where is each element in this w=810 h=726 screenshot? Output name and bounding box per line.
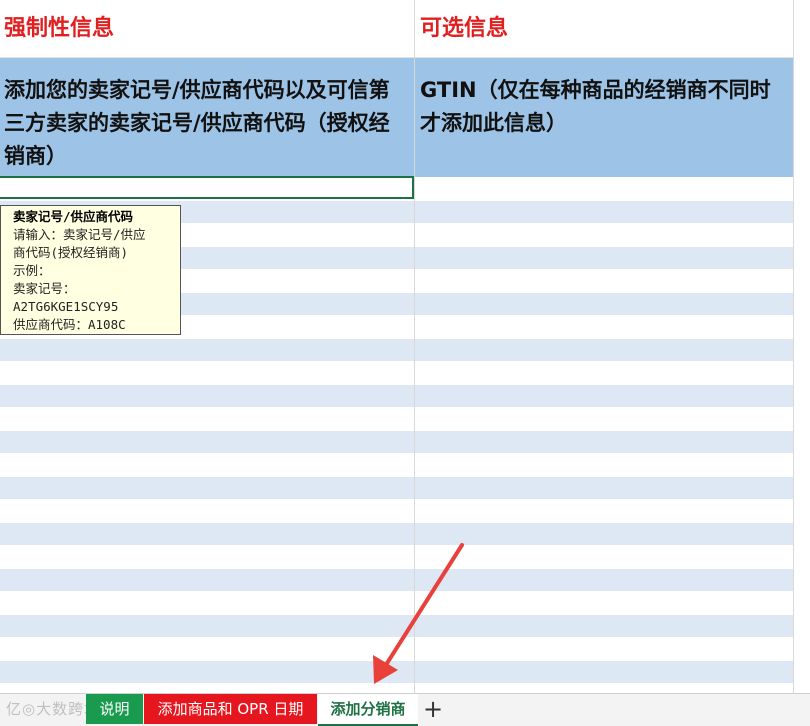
tab-add-products-opr-date[interactable]: 添加商品和 OPR 日期 (144, 694, 317, 724)
spreadsheet-grid[interactable]: 强制性信息 可选信息 添加您的卖家记号/供应商代码以及可信第三方卖家的卖家记号/… (0, 0, 810, 693)
add-sheet-button[interactable]: + (420, 694, 446, 724)
tab-instructions[interactable]: 说明 (86, 694, 143, 724)
sheet-tab-bar: 亿◎大数跨境 说明 添加商品和 OPR 日期 添加分销商 + (0, 693, 810, 726)
tab-add-distributors[interactable]: 添加分销商 (318, 694, 418, 726)
red-arrow-annotation (373, 543, 464, 684)
